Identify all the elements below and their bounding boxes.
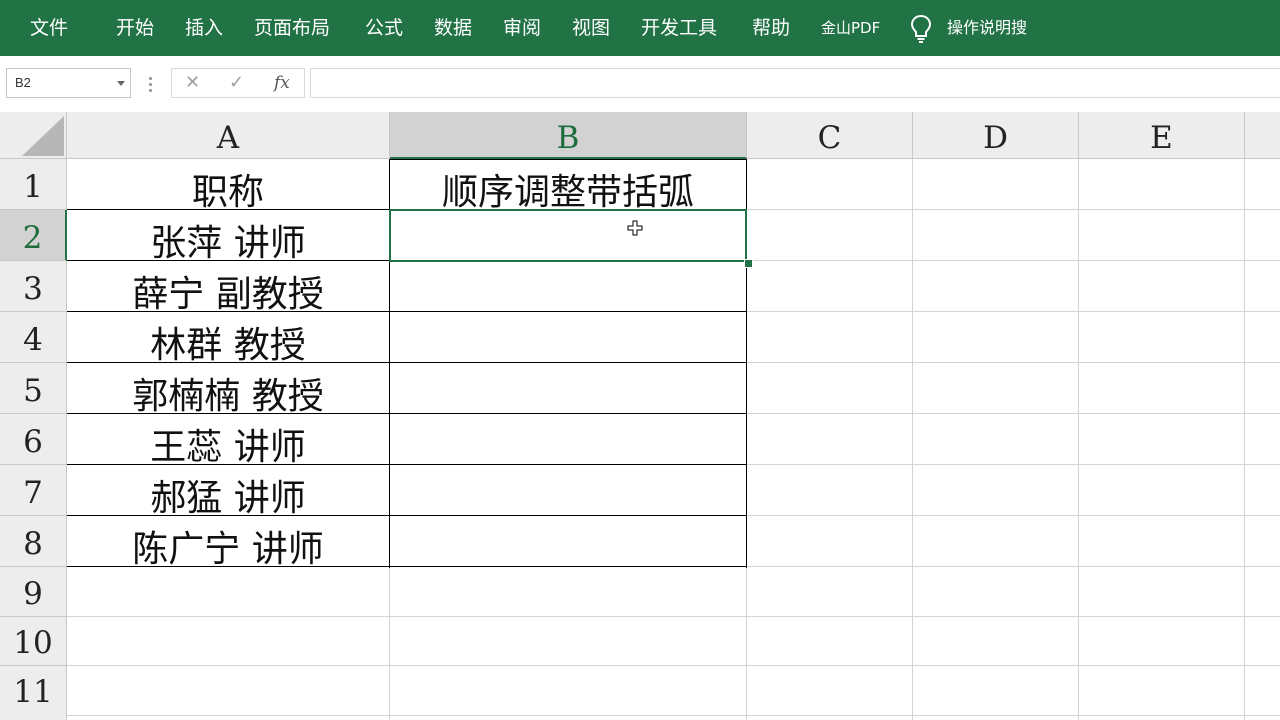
drag-handle-icon[interactable]	[148, 74, 154, 94]
column-header-a[interactable]: A	[67, 112, 390, 159]
select-all-triangle-icon	[22, 116, 64, 156]
column-header-b[interactable]: B	[390, 112, 747, 159]
gridline	[912, 159, 913, 720]
cell-a4[interactable]: 林群 教授	[67, 316, 389, 368]
cell-cursor-icon	[627, 220, 643, 236]
lightbulb-icon[interactable]	[909, 14, 933, 44]
cell-a7[interactable]: 郝猛 讲师	[67, 469, 389, 521]
close-icon[interactable]: ✕	[185, 69, 200, 97]
tab-formulas[interactable]: 公式	[365, 0, 403, 56]
row-header-3[interactable]: 3	[0, 261, 67, 312]
tab-help[interactable]: 帮助	[752, 0, 790, 56]
tab-home[interactable]: 开始	[116, 0, 154, 56]
row-header-9[interactable]: 9	[0, 567, 67, 617]
selected-cell-b2[interactable]	[389, 209, 747, 262]
name-box[interactable]: B2	[6, 68, 131, 98]
name-box-value: B2	[15, 75, 31, 90]
column-header-d[interactable]: D	[913, 112, 1079, 159]
tab-developer[interactable]: 开发工具	[641, 0, 717, 56]
column-header-f[interactable]	[1245, 112, 1280, 159]
cell-a2[interactable]: 张萍 讲师	[67, 214, 389, 266]
tell-me-search[interactable]: 操作说明搜	[947, 0, 1027, 56]
row-header-2[interactable]: 2	[0, 210, 67, 261]
gridline	[1244, 159, 1245, 720]
cell-a5[interactable]: 郭楠楠 教授	[67, 367, 389, 419]
row-header-10[interactable]: 10	[0, 617, 67, 666]
row-header-4[interactable]: 4	[0, 312, 67, 363]
tab-data[interactable]: 数据	[434, 0, 472, 56]
tab-view[interactable]: 视图	[572, 0, 610, 56]
check-icon[interactable]: ✓	[229, 69, 244, 97]
function-icon[interactable]: fx	[274, 69, 290, 97]
table-border	[389, 159, 747, 160]
cell-a8[interactable]: 陈广宁 讲师	[67, 520, 389, 572]
row-header-8[interactable]: 8	[0, 516, 67, 567]
fill-handle[interactable]	[744, 259, 753, 268]
row-header-1[interactable]: 1	[0, 159, 67, 210]
tab-review[interactable]: 审阅	[503, 0, 541, 56]
cell-b1[interactable]: 顺序调整带括弧	[390, 163, 746, 215]
row-header-7[interactable]: 7	[0, 465, 67, 516]
row-header-6[interactable]: 6	[0, 414, 67, 465]
gridline	[67, 665, 1280, 666]
gridline	[67, 616, 1280, 617]
cell-a3[interactable]: 薛宁 副教授	[67, 265, 389, 317]
row-header-5[interactable]: 5	[0, 363, 67, 414]
formula-buttons: ✕ ✓ fx	[171, 68, 305, 98]
formula-input[interactable]	[310, 68, 1280, 98]
gridline	[67, 715, 1280, 716]
column-header-c[interactable]: C	[747, 112, 913, 159]
tab-file[interactable]: 文件	[30, 0, 68, 56]
cell-a6[interactable]: 王蕊 讲师	[67, 418, 389, 470]
tab-page-layout[interactable]: 页面布局	[254, 0, 330, 56]
column-header-e[interactable]: E	[1079, 112, 1245, 159]
tab-kingsoft-pdf[interactable]: 金山PDF	[821, 0, 880, 56]
chevron-down-icon[interactable]	[117, 81, 125, 86]
row-header-11[interactable]: 11	[0, 666, 67, 720]
tab-insert[interactable]: 插入	[185, 0, 223, 56]
cell-a1[interactable]: 职称	[67, 163, 389, 215]
gridline	[1078, 159, 1079, 720]
